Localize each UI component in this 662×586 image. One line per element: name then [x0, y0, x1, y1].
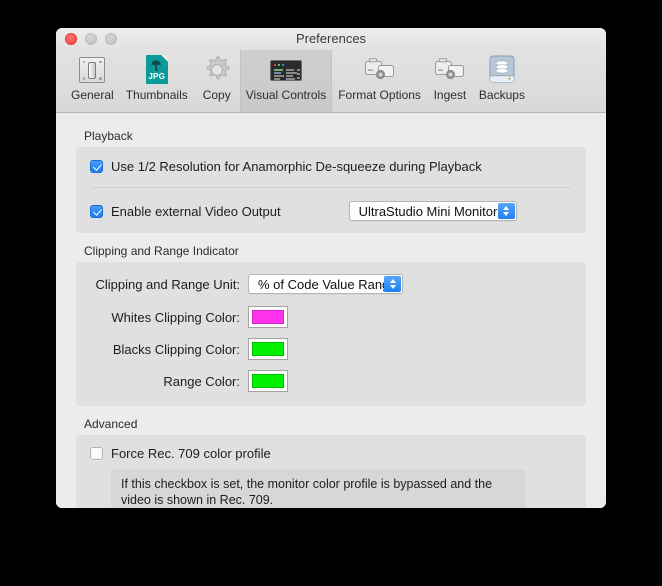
blacks-clipping-label: Blacks Clipping Color: — [112, 341, 240, 357]
clipping-unit-popup[interactable]: % of Code Value Range — [248, 274, 403, 294]
range-color-colorwell[interactable] — [248, 370, 288, 392]
toolbar-item-copy[interactable]: Copy — [194, 50, 240, 112]
toolbar-label-copy: Copy — [202, 88, 231, 102]
clipping-unit-row: Clipping and Range Unit: % of Code Value… — [90, 274, 572, 294]
whites-clipping-swatch — [252, 310, 284, 324]
preferences-window: Preferences General JPG Thumbnails Copy … — [56, 28, 606, 508]
control-panel-icon — [269, 53, 303, 87]
toolbar-item-ingest[interactable]: Ingest — [427, 50, 473, 112]
section-title-playback: Playback — [84, 129, 133, 143]
playback-group: Use 1/2 Resolution for Anamorphic De-squ… — [76, 147, 586, 233]
force-rec709-checkbox[interactable] — [90, 447, 103, 460]
toolbar-label-thumbnails: Thumbnails — [125, 88, 188, 102]
video-device-popup[interactable]: UltraStudio Mini Monitor — [348, 201, 517, 221]
preferences-toolbar: General JPG Thumbnails Copy Visual Contr… — [56, 50, 606, 113]
preferences-content: Playback Use 1/2 Resolution for Anamorph… — [56, 113, 606, 508]
toolbar-label-visual-controls: Visual Controls — [245, 88, 327, 102]
playback-divider — [91, 187, 571, 188]
advanced-group: Force Rec. 709 color profile If this che… — [76, 435, 586, 508]
window-titlebar: Preferences — [56, 28, 606, 50]
force-rec709-label: Force Rec. 709 color profile — [111, 446, 271, 461]
toolbar-label-format-options: Format Options — [338, 88, 421, 102]
rec709-help-text: If this checkbox is set, the monitor col… — [111, 469, 526, 508]
whites-clipping-label: Whites Clipping Color: — [111, 309, 240, 325]
section-title-clipping: Clipping and Range Indicator — [84, 244, 239, 258]
popup-arrows-icon — [497, 203, 515, 219]
clipping-unit-label: Clipping and Range Unit: — [95, 276, 240, 292]
hard-drive-icon — [485, 53, 519, 87]
popup-arrows-icon — [384, 276, 401, 292]
whites-clipping-row: Whites Clipping Color: — [90, 306, 572, 328]
half-resolution-row[interactable]: Use 1/2 Resolution for Anamorphic De-squ… — [90, 159, 572, 174]
range-color-swatch — [252, 374, 284, 388]
camera-transfer-icon — [433, 53, 467, 87]
toolbar-item-general[interactable]: General — [65, 50, 120, 112]
blacks-clipping-row: Blacks Clipping Color: — [90, 338, 572, 360]
blacks-clipping-colorwell[interactable] — [248, 338, 288, 360]
range-color-row: Range Color: — [90, 370, 572, 392]
toolbar-item-thumbnails[interactable]: JPG Thumbnails — [120, 50, 194, 112]
clipping-group: Clipping and Range Unit: % of Code Value… — [76, 262, 586, 406]
gear-icon — [200, 53, 234, 87]
window-title: Preferences — [295, 31, 367, 46]
switch-plate-icon — [75, 53, 109, 87]
external-video-row: Enable external Video Output UltraStudio… — [90, 201, 572, 221]
toolbar-item-backups[interactable]: Backups — [473, 50, 531, 112]
camera-transfer-icon — [363, 53, 397, 87]
half-resolution-checkbox[interactable] — [90, 160, 103, 173]
toolbar-item-format-options[interactable]: Format Options — [332, 50, 427, 112]
section-title-advanced: Advanced — [84, 417, 138, 431]
toolbar-item-visual-controls[interactable]: Visual Controls — [239, 50, 333, 112]
whites-clipping-colorwell[interactable] — [248, 306, 288, 328]
range-color-label: Range Color: — [163, 373, 240, 389]
toolbar-label-backups: Backups — [478, 88, 525, 102]
jpg-photo-icon: JPG — [140, 53, 174, 87]
force-rec709-row[interactable]: Force Rec. 709 color profile — [90, 446, 572, 461]
half-resolution-label: Use 1/2 Resolution for Anamorphic De-squ… — [111, 159, 482, 174]
external-video-checkbox[interactable] — [90, 204, 103, 218]
external-video-label: Enable external Video Output — [111, 203, 281, 219]
toolbar-label-general: General — [71, 88, 114, 102]
blacks-clipping-swatch — [252, 342, 284, 356]
toolbar-label-ingest: Ingest — [433, 88, 467, 102]
